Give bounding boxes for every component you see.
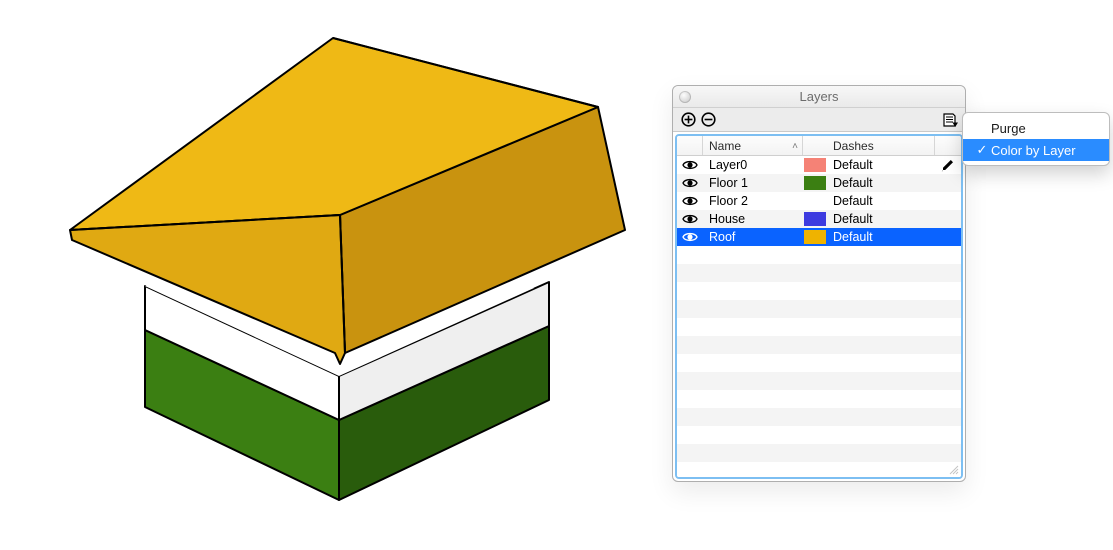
layer-dashes[interactable]: Default xyxy=(827,194,935,208)
layers-panel: Layers Name ˄ Dashes xyxy=(672,85,966,482)
menu-item[interactable]: Purge xyxy=(963,117,1109,139)
check-icon: ✓ xyxy=(975,142,989,158)
layer-name[interactable]: Layer0 xyxy=(703,158,803,172)
layer-dashes[interactable]: Default xyxy=(827,176,935,190)
column-header-dashes-label: Dashes xyxy=(833,139,874,153)
resize-grip-icon[interactable] xyxy=(947,463,959,475)
remove-layer-button[interactable] xyxy=(699,111,717,129)
layers-options-menu[interactable]: Purge✓Color by Layer xyxy=(962,112,1110,166)
layer-color-swatch[interactable] xyxy=(803,158,827,172)
menu-item[interactable]: ✓Color by Layer xyxy=(963,139,1109,161)
column-header-name-label: Name xyxy=(709,139,741,153)
add-layer-button[interactable] xyxy=(679,111,697,129)
layer-dashes[interactable]: Default xyxy=(827,212,935,226)
layer-edit-indicator xyxy=(935,158,961,172)
sort-ascending-icon: ˄ xyxy=(792,141,798,152)
layer-dashes[interactable]: Default xyxy=(827,158,935,172)
visibility-toggle[interactable] xyxy=(677,195,703,207)
menu-item-label: Purge xyxy=(991,121,1097,136)
layer-row[interactable]: House Default xyxy=(677,210,961,228)
menu-item-label: Color by Layer xyxy=(991,143,1097,158)
layers-titlebar[interactable]: Layers xyxy=(673,86,965,108)
layer-name[interactable]: Roof xyxy=(703,230,803,244)
layers-options-button[interactable] xyxy=(941,111,959,129)
layer-color-swatch[interactable] xyxy=(803,212,827,226)
layer-row[interactable]: Layer0 Default xyxy=(677,156,961,174)
panel-title: Layers xyxy=(799,89,838,104)
layer-color-swatch[interactable] xyxy=(803,176,827,190)
layer-name[interactable]: Floor 1 xyxy=(703,176,803,190)
layers-toolbar xyxy=(673,108,965,132)
layer-row[interactable]: Roof Default xyxy=(677,228,961,246)
visibility-toggle[interactable] xyxy=(677,213,703,225)
layer-dashes[interactable]: Default xyxy=(827,230,935,244)
window-close-button[interactable] xyxy=(679,91,691,103)
layers-column-header[interactable]: Name ˄ Dashes xyxy=(677,136,961,156)
layer-color-swatch[interactable] xyxy=(803,230,827,244)
layer-row[interactable]: Floor 1 Default xyxy=(677,174,961,192)
list-empty-area xyxy=(677,246,961,477)
layer-row[interactable]: Floor 2 Default xyxy=(677,192,961,210)
layer-name[interactable]: Floor 2 xyxy=(703,194,803,208)
visibility-toggle[interactable] xyxy=(677,177,703,189)
column-header-name[interactable]: Name ˄ xyxy=(703,136,803,155)
layer-name[interactable]: House xyxy=(703,212,803,226)
layers-list[interactable]: Name ˄ Dashes Layer0 Default Floor 1 Defaul… xyxy=(675,134,963,479)
model-viewport[interactable] xyxy=(0,0,660,550)
column-header-dashes[interactable]: Dashes xyxy=(827,136,935,155)
layer-color-swatch[interactable] xyxy=(803,194,827,208)
visibility-toggle[interactable] xyxy=(677,231,703,243)
visibility-toggle[interactable] xyxy=(677,159,703,171)
